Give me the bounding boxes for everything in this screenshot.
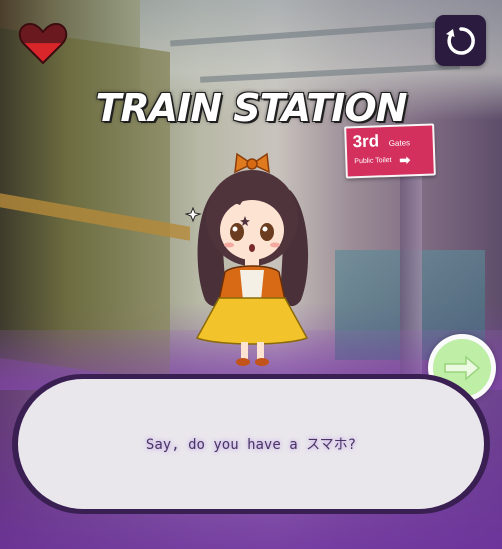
dialog-box: Say, do you have a スマホ? xyxy=(18,379,484,509)
sign-arrow-icon: ➡ xyxy=(399,152,411,168)
arrow-right-icon xyxy=(444,355,481,381)
sign-main-text: 3rd xyxy=(352,131,380,152)
heart-icon xyxy=(18,20,68,66)
sign-sub-text: Gates xyxy=(388,138,411,149)
restart-button[interactable] xyxy=(435,15,486,66)
sign-small-text: Public Toilet xyxy=(354,156,392,166)
dialog-text: Say, do you have a スマホ? xyxy=(145,437,357,453)
restart-icon xyxy=(445,26,475,55)
gate-sign: 3rd Gates Public Toilet ➡ xyxy=(344,123,436,179)
character-sprite xyxy=(184,150,320,370)
scene-title: TRAIN STATION xyxy=(95,86,407,130)
